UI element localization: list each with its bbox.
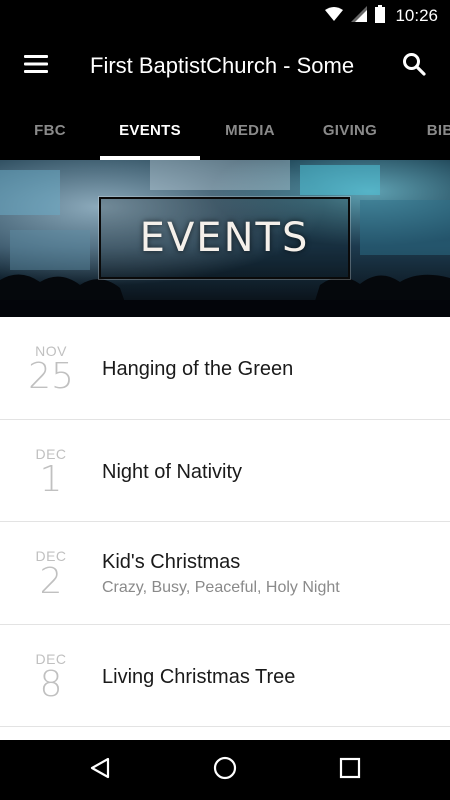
status-time: 10:26 [395,6,438,25]
search-button[interactable] [394,46,434,86]
app-bar: First BaptistChurch - Some [0,32,450,100]
tab-bible[interactable]: BIBLE [400,100,450,160]
menu-button[interactable] [16,46,56,86]
event-title: Kid's Christmas [102,551,241,573]
back-button[interactable] [80,750,120,790]
battery-icon [375,4,386,28]
search-icon [402,52,426,81]
tab-events[interactable]: EVENTS [100,100,200,160]
event-title: Night of Nativity [102,460,243,483]
system-nav-bar [0,740,450,800]
events-banner: EVENTS [0,160,450,317]
event-item[interactable]: NOV 25 Hanging of the Green [0,317,450,420]
back-triangle-icon [89,757,111,784]
event-item[interactable]: DEC 8 Living Christmas Tree [0,625,450,727]
recents-square-icon [339,757,361,784]
hamburger-menu-icon [24,54,48,78]
tab-fbc[interactable]: FBC [0,100,100,160]
tab-giving[interactable]: GIVING [300,100,400,160]
event-title: Hanging of the Green [102,358,294,380]
event-date: DEC 8 [18,625,84,727]
event-item[interactable]: DEC 2 Kid's Christmas Crazy, Busy, Peace… [0,522,450,625]
event-day: 1 [39,458,63,500]
home-button[interactable] [205,750,245,790]
event-date: DEC 1 [18,420,84,522]
home-circle-icon [213,756,237,785]
event-day: 2 [39,561,63,602]
event-subtitle: Crazy, Busy, Peaceful, Holy Night [102,579,340,596]
status-bar: 10:26 [0,0,450,32]
event-date: NOV 25 [18,317,84,419]
event-day: 25 [28,356,74,397]
wifi-icon [325,6,344,26]
tab-bar: FBC EVENTS MEDIA GIVING BIBLE [0,100,450,160]
events-list: NOV 25 Hanging of the Green DEC 1 Night … [0,317,450,740]
event-date: DEC 2 [18,522,84,624]
recents-button[interactable] [330,750,370,790]
event-title: Living Christmas Tree [102,665,296,688]
event-item[interactable]: DEC 1 Night of Nativity [0,420,450,522]
banner-title: EVENTS [139,215,310,261]
banner-title-frame: EVENTS [98,196,351,280]
app-title: First BaptistChurch - Some [90,53,355,78]
cell-signal-icon [351,5,368,27]
event-day: 8 [39,663,63,705]
tab-media[interactable]: MEDIA [200,100,300,160]
